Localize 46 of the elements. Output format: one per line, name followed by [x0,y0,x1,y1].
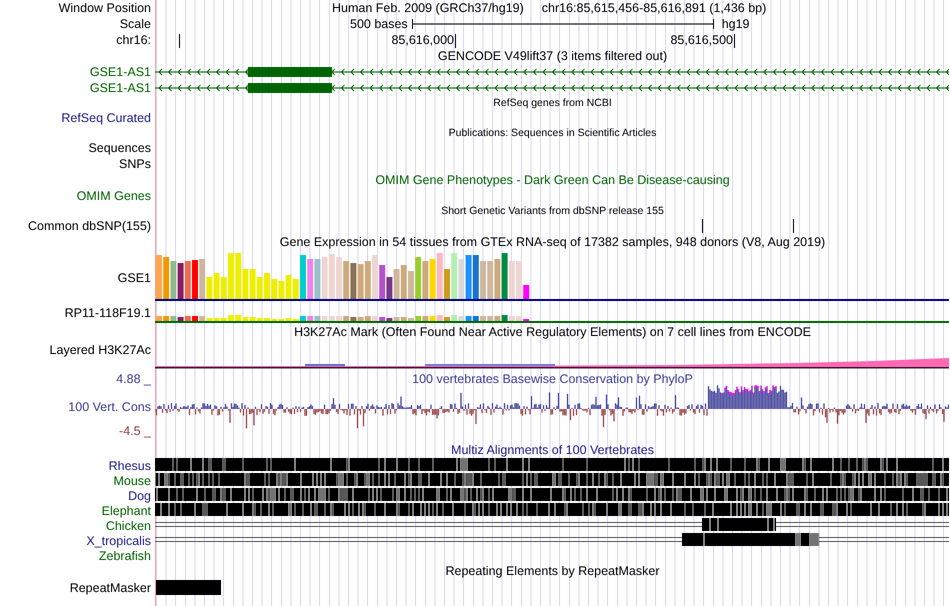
track-label: GSE1-AS1 [90,82,151,94]
track-title: OMIM Gene Phenotypes - Dark Green Can Be Disease-causing [375,174,730,186]
track-label: Sequences [88,142,151,154]
track-title: 100 vertebrates Basewise Conservation by PhyloP [412,373,693,386]
variant-mark [702,218,703,234]
variant-mark [793,218,794,234]
track-label: Rhesus [108,459,151,472]
track-title: H3K27Ac Mark (Often Found Near Active Regulatory Elements) on 7 cell lines from ENCODE [294,326,811,338]
axis-label: -4.5 _ [119,424,151,437]
track-label: RepeatMasker [70,581,151,594]
track-label: Elephant [102,504,151,517]
assembly-label: hg19 [722,18,750,30]
ruler-tick [734,34,735,48]
ruler-tick [179,34,180,48]
track-title: Repeating Elements by RepeatMasker [446,564,660,578]
track-title: Publications: Sequences in Scientific Articles [448,128,656,138]
track-label: Layered H3K27Ac [50,344,151,356]
ruler-tick [455,34,456,48]
ruler-label: 85,616,500 [670,34,733,46]
axis-label: 4.88 _ [116,373,151,386]
track-title: Gene Expression in 54 tissues from GTEx RNA-seq of 17382 samples, 948 donors (V8, Aug 2019) [280,236,826,248]
track-label: Scale [120,18,151,30]
track-label: Mouse [113,474,151,487]
position-text: chr16:85,615,456-85,616,891 (1,436 bp) [542,2,766,14]
track-title: RefSeq genes from NCBI [493,98,612,108]
track-title: GENCODE V49lift37 (3 items filtered out) [438,50,668,62]
track-title: Short Genetic Variants from dbSNP release 155 [441,206,664,216]
track-label: X_tropicalis [86,534,151,547]
track-label: Common dbSNP(155) [28,220,151,232]
track-label: GSE1 [118,272,151,284]
track-label: Window Position [58,2,151,14]
track-label: SNPs [119,158,151,170]
track-label: OMIM Genes [76,190,151,202]
ruler-label: 85,616,000 [391,34,454,46]
scale-text: 500 bases [350,18,408,30]
track-label: Dog [128,489,151,502]
track-label: GSE1-AS1 [90,66,151,78]
repeat-block [156,580,221,595]
track-title: Multiz Alignments of 100 Vertebrates [451,444,654,456]
track-label: chr16: [116,34,151,46]
track-label: 100 Vert. Cons [68,400,151,414]
track-label: RP11-118F19.1 [64,306,151,320]
assembly-text: Human Feb. 2009 (GRCh37/hg19) [332,2,524,14]
track-label: Chicken [106,519,151,532]
track-label: RefSeq Curated [61,112,151,124]
track-label: Zebrafish [98,549,151,562]
